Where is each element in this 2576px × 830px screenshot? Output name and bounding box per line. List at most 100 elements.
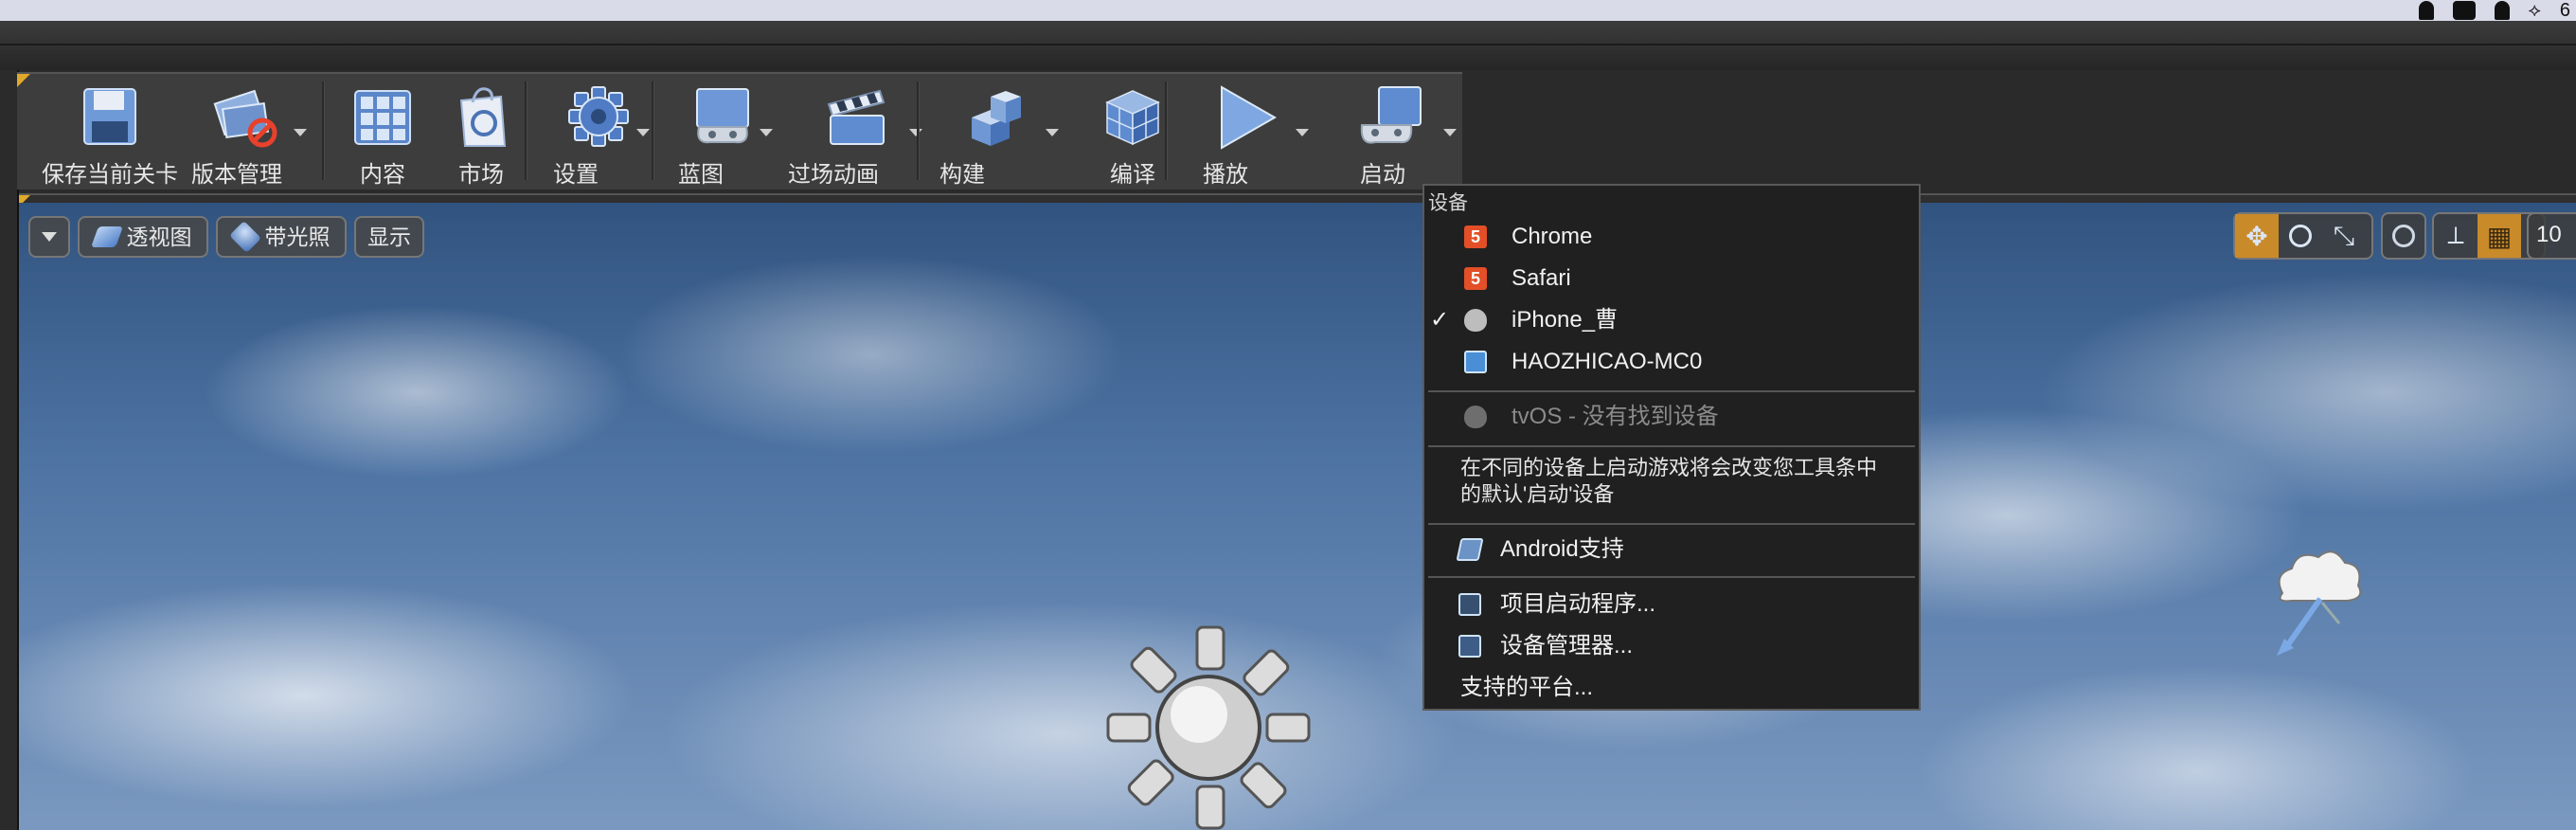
system-tray: ⟡ 6	[2418, 0, 2570, 21]
surface-snap-icon: ⟂	[2447, 221, 2464, 249]
device-item-chrome[interactable]: 5 Chrome	[1424, 218, 1919, 256]
toolbar-separator	[1165, 81, 1168, 180]
sky-atmosphere-icon	[2277, 550, 2362, 656]
toolbar-separator	[322, 81, 325, 180]
note-line: 的默认'启动'设备	[1460, 482, 1615, 506]
menu-separator	[1428, 445, 1915, 447]
transform-tools-group: ✥ ⤡	[2233, 212, 2373, 260]
device-item-safari[interactable]: 5 Safari	[1424, 260, 1919, 298]
device-item-label: HAOZHICAO-MC0	[1512, 349, 1703, 374]
network-icon[interactable]: ⟡	[2529, 1, 2541, 20]
source-control-icon	[213, 89, 277, 148]
settings-gear-icon	[568, 86, 629, 147]
cinematics-dropdown-arrow[interactable]	[909, 129, 922, 136]
perspective-icon	[90, 226, 123, 247]
play-button[interactable]: 播放	[1174, 78, 1316, 188]
build-label: 构建	[939, 162, 985, 188]
viewport-options-button[interactable]	[28, 216, 70, 258]
device-item-iphone[interactable]: ✓ iPhone_曹	[1424, 301, 1919, 339]
android-support-item[interactable]: Android支持	[1424, 531, 1919, 568]
content-button[interactable]: 内容	[335, 78, 430, 188]
device-item-label: Safari	[1512, 265, 1571, 291]
marketplace-bag-icon	[459, 87, 507, 147]
clapperboard-icon	[827, 89, 886, 145]
lit-label: 带光照	[264, 225, 331, 249]
shield-icon[interactable]	[2494, 1, 2510, 20]
chevron-down-icon	[42, 232, 57, 242]
cinematics-button[interactable]: 过场动画	[786, 78, 926, 188]
toolbar-separator	[652, 81, 654, 180]
grid-snap-button[interactable]: ▦	[2478, 214, 2521, 258]
apple-icon	[1464, 406, 1487, 428]
menu-separator	[1428, 390, 1915, 392]
project-launcher-label: 项目启动程序...	[1500, 591, 1656, 617]
lit-sphere-icon	[228, 221, 261, 253]
device-manager-icon	[1458, 635, 1481, 658]
show-flags-button[interactable]: 显示	[354, 216, 424, 258]
settings-dropdown-arrow[interactable]	[636, 129, 650, 136]
build-dropdown-arrow[interactable]	[1046, 129, 1059, 136]
launch-device-icon	[1360, 86, 1422, 144]
compile-icon	[1105, 90, 1160, 146]
surface-snap-button[interactable]: ⟂	[2434, 214, 2478, 258]
main-toolbar: 保存当前关卡 版本管理 内容 市场 设置 蓝图 过场动画 构建 编译 播放 启动	[17, 72, 1462, 189]
perspective-view-button[interactable]: 透视图	[78, 216, 208, 258]
supported-platforms-item[interactable]: 支持的平台...	[1424, 669, 1919, 707]
show-label: 显示	[367, 225, 411, 249]
html5-icon: 5	[1464, 267, 1487, 290]
menu-separator	[1428, 523, 1915, 525]
source-control-button[interactable]: 版本管理	[186, 78, 307, 188]
world-globe-icon	[2383, 214, 2424, 258]
grid-snap-value: 10	[2536, 222, 2562, 247]
compile-button[interactable]: 编译	[1076, 78, 1190, 188]
settings-label: 设置	[553, 162, 599, 188]
source-control-dropdown-arrow[interactable]	[294, 129, 307, 136]
grid-icon: ▦	[2486, 221, 2513, 251]
source-control-label: 版本管理	[191, 162, 282, 188]
build-cubes-icon	[972, 91, 1021, 146]
note-line: 在不同的设备上启动游戏将会改变您工具条中	[1460, 456, 1878, 479]
launch-button[interactable]: 启动	[1322, 78, 1460, 188]
translate-tool-button[interactable]: ✥	[2235, 214, 2279, 258]
blueprints-button[interactable]: 蓝图	[661, 78, 784, 188]
device-item-label: iPhone_曹	[1512, 307, 1619, 333]
blueprints-dropdown-arrow[interactable]	[760, 129, 773, 136]
save-icon	[83, 88, 136, 145]
terminal-icon[interactable]	[2452, 1, 2476, 20]
level-viewport[interactable]: 透视图 带光照 显示 ✥ ⤡ ⟂ ▦ 10	[19, 203, 2576, 830]
directional-light-sun-icon	[1106, 625, 1311, 830]
project-launcher-item[interactable]: 项目启动程序...	[1424, 586, 1919, 623]
os-top-bar: ⟡ 6	[0, 0, 2576, 22]
html5-icon: 5	[1464, 226, 1487, 248]
grid-snap-value-dropdown[interactable]: 10	[2527, 212, 2576, 260]
android-support-label: Android支持	[1500, 536, 1624, 562]
device-manager-item[interactable]: 设备管理器...	[1424, 627, 1919, 665]
editor-tab-strip	[0, 21, 2576, 70]
left-panel-edge	[0, 70, 19, 830]
marketplace-label: 市场	[458, 162, 504, 188]
cinematics-label: 过场动画	[788, 162, 879, 188]
penguin-icon[interactable]	[2418, 1, 2434, 20]
scale-tool-button[interactable]: ⤡	[2322, 214, 2366, 258]
launch-dropdown-arrow[interactable]	[1443, 129, 1457, 136]
perspective-label: 透视图	[126, 225, 192, 249]
settings-button[interactable]: 设置	[532, 78, 665, 188]
launch-device-note: 在不同的设备上启动游戏将会改变您工具条中 的默认'启动'设备	[1460, 455, 1913, 508]
blueprints-icon	[696, 88, 749, 144]
device-item-mac[interactable]: HAOZHICAO-MC0	[1424, 343, 1919, 381]
play-dropdown-arrow[interactable]	[1296, 129, 1309, 136]
devices-section-header: 设备	[1428, 192, 1468, 214]
build-button[interactable]: 构建	[924, 78, 1066, 188]
lit-mode-button[interactable]: 带光照	[216, 216, 347, 258]
tray-count: 6	[2559, 0, 2570, 21]
scale-icon: ⤡	[2333, 220, 2355, 250]
checkmark-icon: ✓	[1430, 307, 1450, 333]
save-level-button[interactable]: 保存当前关卡	[25, 78, 195, 188]
rotate-tool-button[interactable]	[2279, 214, 2322, 258]
play-label: 播放	[1203, 162, 1248, 188]
apple-icon	[1464, 309, 1487, 332]
device-manager-label: 设备管理器...	[1500, 633, 1634, 659]
marketplace-button[interactable]: 市场	[434, 78, 528, 188]
coordinate-system-toggle[interactable]	[2381, 212, 2426, 260]
compile-label: 编译	[1110, 162, 1155, 188]
